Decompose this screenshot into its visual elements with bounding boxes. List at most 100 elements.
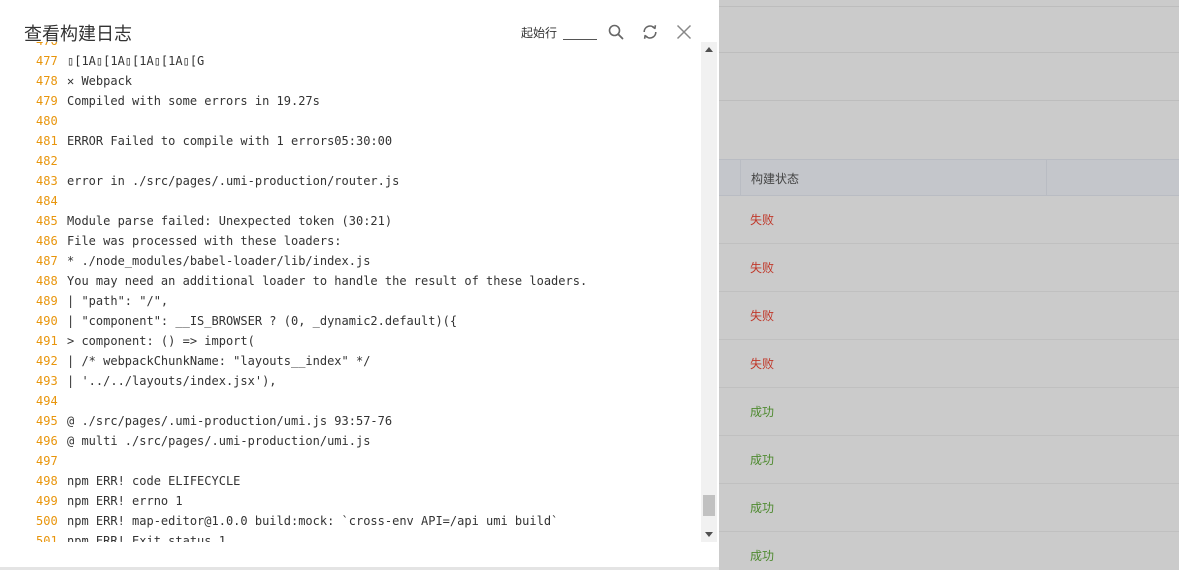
build-status-text: 失败 xyxy=(750,309,775,323)
table-row: 成功 xyxy=(719,388,1179,436)
line-text: Compiled with some errors in 19.27s xyxy=(67,94,320,108)
line-text: | "component": __IS_BROWSER ? (0, _dynam… xyxy=(67,314,458,328)
line-number: 487 xyxy=(36,254,58,268)
log-line: 490 | "component": __IS_BROWSER ? (0, _dy… xyxy=(0,311,700,331)
log-line: 497 xyxy=(0,451,700,471)
line-text: @ ./src/pages/.umi-production/umi.js 93:… xyxy=(67,414,393,428)
line-number: 486 xyxy=(36,234,58,248)
background-page: 构建状态 失败 失败 失败 失败 成功 成功 成功 成功 xyxy=(719,0,1179,570)
line-text: npm ERR! Exit status 1 xyxy=(67,534,226,542)
line-number: 495 xyxy=(36,414,58,428)
line-text: ▯[1A▯[1A▯[1A▯[1A▯[G xyxy=(67,54,205,68)
line-number: 489 xyxy=(36,294,58,308)
build-status-text: 成功 xyxy=(750,501,775,515)
table-row: 失败 xyxy=(719,244,1179,292)
log-line: 501 npm ERR! Exit status 1 xyxy=(0,531,700,542)
line-number: 500 xyxy=(36,514,58,528)
line-text: npm ERR! errno 1 xyxy=(67,494,183,508)
build-status-text: 失败 xyxy=(750,357,775,371)
bg-row-divider xyxy=(719,7,1179,53)
log-line: 494 xyxy=(0,391,700,411)
log-line: 481 ERROR Failed to compile with 1 errors… xyxy=(0,131,700,151)
table-row: 失败 xyxy=(719,340,1179,388)
line-text: @ multi ./src/pages/.umi-production/umi.… xyxy=(67,434,371,448)
log-line: 496 @ multi ./src/pages/.umi-production/u… xyxy=(0,431,700,451)
line-number: 476 xyxy=(36,42,58,51)
line-text: | "path": "/", xyxy=(67,294,169,308)
log-line: 491 > component: () => import( xyxy=(0,331,700,351)
log-line: 495 @ ./src/pages/.umi-production/umi.js … xyxy=(0,411,700,431)
log-line: 479 Compiled with some errors in 19.27s xyxy=(0,91,700,111)
line-text: | '../../layouts/index.jsx'), xyxy=(67,374,277,388)
build-status-text: 成功 xyxy=(750,405,775,419)
line-text: File was processed with these loaders: xyxy=(67,234,342,248)
scroll-down-arrow[interactable] xyxy=(705,532,713,537)
table-row: 成功 xyxy=(719,484,1179,532)
line-number: 484 xyxy=(36,194,58,208)
line-number: 492 xyxy=(36,354,58,368)
line-number: 496 xyxy=(36,434,58,448)
line-number: 479 xyxy=(36,94,58,108)
close-icon[interactable] xyxy=(673,21,695,43)
log-line: 500 npm ERR! map-editor@1.0.0 build:mock:… xyxy=(0,511,700,531)
start-line-label: 起始行 xyxy=(520,25,557,40)
build-status-text: 失败 xyxy=(750,261,775,275)
log-line: 483 error in ./src/pages/.umi-production/… xyxy=(0,171,700,191)
line-text: * ./node_modules/babel-loader/lib/index.… xyxy=(67,254,371,268)
line-text: npm ERR! map-editor@1.0.0 build:mock: `c… xyxy=(67,514,559,528)
line-number: 494 xyxy=(36,394,58,408)
log-line: 486 File was processed with these loaders… xyxy=(0,231,700,251)
line-text: ✕ Webpack xyxy=(67,74,133,88)
line-number: 482 xyxy=(36,154,58,168)
column-separator xyxy=(740,160,741,195)
line-text: > component: () => import( xyxy=(67,334,255,348)
line-number: 498 xyxy=(36,474,58,488)
search-icon[interactable] xyxy=(605,21,627,43)
log-content: 476 477 ▯[1A▯[1A▯[1A▯[1A▯[G 478 ✕ Webpack 479… xyxy=(0,42,717,542)
log-line: 480 xyxy=(0,111,700,131)
line-text: | /* webpackChunkName: "layouts__index" … xyxy=(67,354,371,368)
log-line: 484 xyxy=(0,191,700,211)
build-status-text: 成功 xyxy=(750,453,775,467)
log-line: 489 | "path": "/", xyxy=(0,291,700,311)
table-row: 成功 xyxy=(719,436,1179,484)
refresh-icon[interactable] xyxy=(639,21,661,43)
line-number: 499 xyxy=(36,494,58,508)
log-line: 499 npm ERR! errno 1 xyxy=(0,491,700,511)
build-status-text: 成功 xyxy=(750,549,775,563)
line-number: 481 xyxy=(36,134,58,148)
line-number: 477 xyxy=(36,54,58,68)
line-text: ERROR Failed to compile with 1 errors05:… xyxy=(67,134,393,148)
log-line: 478 ✕ Webpack xyxy=(0,71,700,91)
line-text: Module parse failed: Unexpected token (3… xyxy=(67,214,393,228)
table-row: 失败 xyxy=(719,196,1179,244)
log-line: 485 Module parse failed: Unexpected token… xyxy=(0,211,700,231)
line-number: 491 xyxy=(36,334,58,348)
line-number: 485 xyxy=(36,214,58,228)
line-number: 493 xyxy=(36,374,58,388)
line-number: 488 xyxy=(36,274,58,288)
log-line: 476 xyxy=(0,42,700,51)
log-line: 488 You may need an additional loader to … xyxy=(0,271,700,291)
modal-toolbar: 起始行 xyxy=(521,20,695,44)
table-row: 失败 xyxy=(719,292,1179,340)
line-text: npm ERR! code ELIFECYCLE xyxy=(67,474,241,488)
log-line: 487 * ./node_modules/babel-loader/lib/ind… xyxy=(0,251,700,271)
scroll-up-arrow[interactable] xyxy=(705,47,713,52)
log-scrollbar[interactable] xyxy=(701,42,717,542)
column-separator xyxy=(1046,160,1047,195)
line-number: 490 xyxy=(36,314,58,328)
line-number: 478 xyxy=(36,74,58,88)
line-text: error in ./src/pages/.umi-production/rou… xyxy=(67,174,400,188)
table-row: 成功 xyxy=(719,532,1179,570)
log-line: 482 xyxy=(0,151,700,171)
log-line: 477 ▯[1A▯[1A▯[1A▯[1A▯[G xyxy=(0,51,700,71)
build-log-modal: 查看构建日志 起始行 476477▯[1A▯[1A▯[1A▯[1A▯[G4 xyxy=(0,0,719,570)
line-number: 480 xyxy=(36,114,58,128)
start-line-input[interactable] xyxy=(563,24,597,40)
line-text: You may need an additional loader to han… xyxy=(67,274,588,288)
scroll-thumb[interactable] xyxy=(703,495,715,516)
line-number: 483 xyxy=(36,174,58,188)
log-line: 498 npm ERR! code ELIFECYCLE xyxy=(0,471,700,491)
column-header-build-status: 构建状态 xyxy=(751,172,800,186)
